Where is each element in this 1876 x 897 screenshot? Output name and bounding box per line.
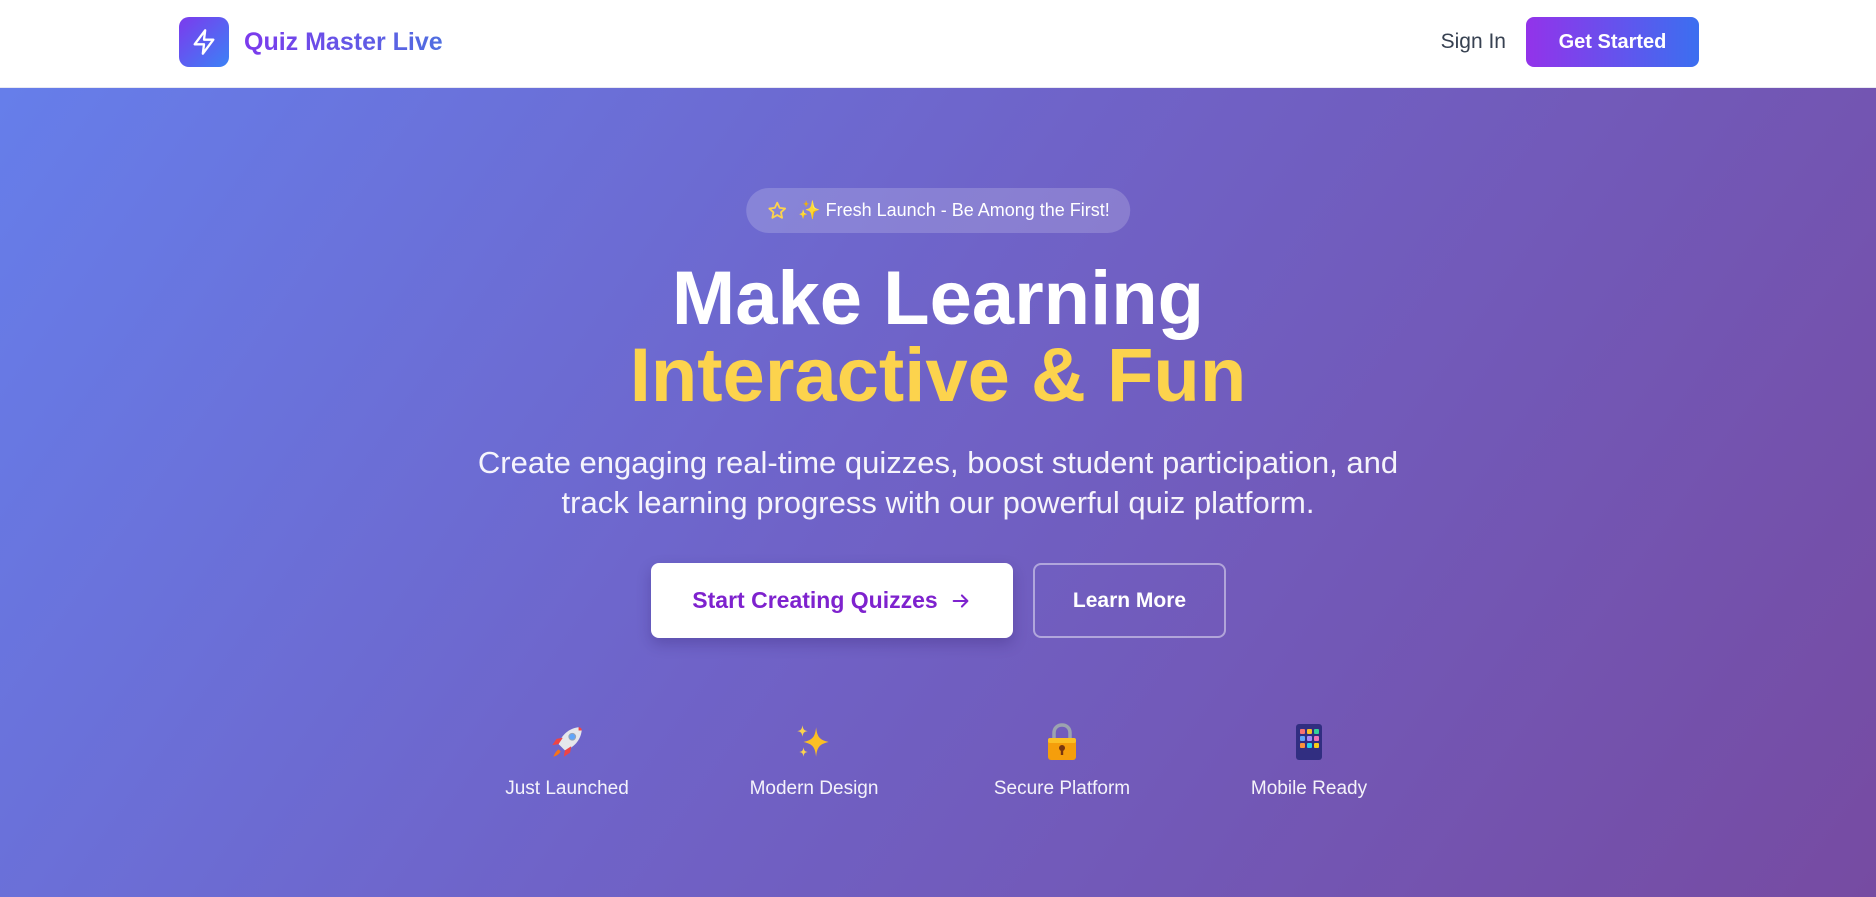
headline-line-1: Make Learning: [671, 256, 1205, 341]
lightning-bolt-icon: [179, 17, 229, 67]
cta-row: Start Creating Quizzes Learn More: [651, 563, 1226, 638]
nav-actions: Sign In Get Started: [1441, 17, 1699, 67]
feature-mobile-ready: Mobile Ready: [1209, 720, 1409, 800]
hero-section: ✨ Fresh Launch - Be Among the First! Mak…: [0, 88, 1876, 897]
feature-label: Just Launched: [505, 778, 629, 799]
hero-headline: Make Learning Interactive & Fun: [0, 260, 1876, 414]
feature-label: Secure Platform: [993, 778, 1131, 799]
mobile-app-grid-icon: [1209, 720, 1409, 764]
feature-modern-design: Modern Design: [714, 720, 914, 800]
sparkles-icon: [714, 720, 914, 764]
launch-badge-text: ✨ Fresh Launch - Be Among the First!: [798, 200, 1110, 220]
sign-in-link[interactable]: Sign In: [1441, 30, 1506, 54]
start-creating-quizzes-label: Start Creating Quizzes: [692, 587, 938, 613]
brand-name: Quiz Master Live: [244, 27, 443, 56]
feature-just-launched: Just Launched: [467, 720, 667, 800]
hero-subtitle: Create engaging real-time quizzes, boost…: [477, 445, 1399, 520]
star-outline-icon: [768, 201, 787, 219]
learn-more-button[interactable]: Learn More: [1033, 563, 1226, 638]
get-started-button[interactable]: Get Started: [1526, 17, 1699, 67]
top-navbar: Quiz Master Live Sign In Get Started: [0, 0, 1876, 88]
launch-badge: ✨ Fresh Launch - Be Among the First!: [746, 188, 1130, 233]
arrow-right-icon: [952, 593, 969, 608]
rocket-icon: [467, 720, 667, 764]
brand-link[interactable]: Quiz Master Live: [179, 17, 443, 67]
lock-icon: [962, 720, 1162, 764]
start-creating-quizzes-button[interactable]: Start Creating Quizzes: [651, 563, 1013, 638]
feature-label: Mobile Ready: [1250, 778, 1368, 799]
feature-label: Modern Design: [749, 778, 879, 799]
feature-secure-platform: Secure Platform: [962, 720, 1162, 800]
headline-line-2: Interactive & Fun: [629, 333, 1247, 418]
